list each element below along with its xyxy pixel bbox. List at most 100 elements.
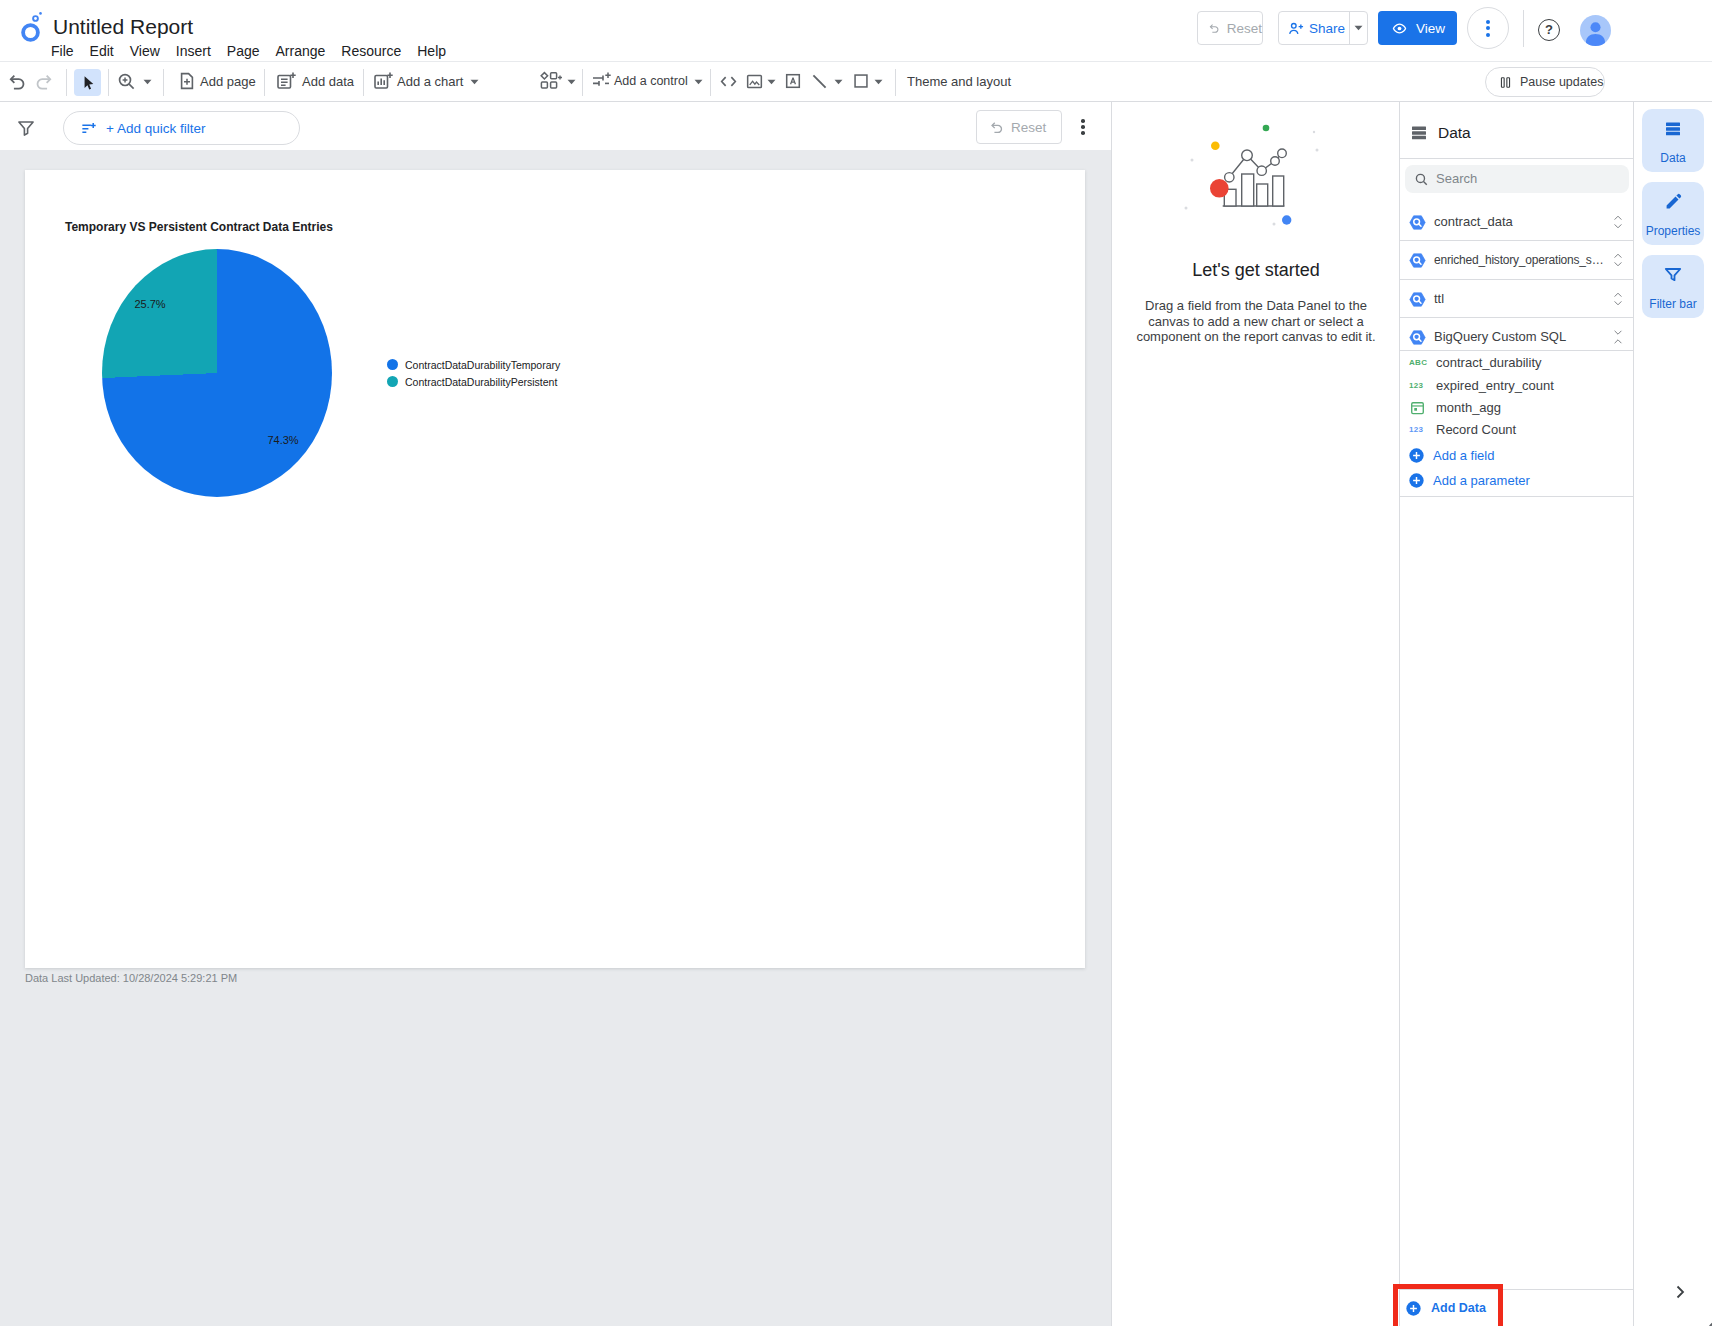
pie-slice-label-persistent: 25.7% (120, 298, 180, 310)
data-panel: Data Search contract_data enriched_histo… (1399, 102, 1633, 1326)
collapse-panel-chevron[interactable] (1672, 1284, 1688, 1300)
unfold-more-icon[interactable] (1608, 250, 1628, 270)
embed-code-button[interactable] (719, 72, 738, 91)
search-icon (1414, 172, 1429, 187)
filter-bar-more-icon[interactable] (1081, 117, 1085, 137)
right-sidebar: Data Properties Filter bar (1633, 102, 1712, 1326)
pause-updates-button[interactable]: Pause updates (1485, 67, 1605, 97)
zoom-dropdown-caret[interactable] (143, 79, 152, 85)
more-vert-icon (1486, 17, 1490, 39)
field-record-count[interactable]: 123 Record Count (1400, 418, 1634, 441)
menu-insert[interactable]: Insert (176, 43, 211, 59)
unfold-more-icon[interactable] (1608, 212, 1628, 232)
add-control-icon (590, 70, 612, 92)
report-page[interactable]: Temporary VS Persistent Contract Data En… (25, 170, 1085, 968)
getting-started-text: Drag a field from the Data Panel to the … (1122, 298, 1390, 345)
field-expired-entry-count[interactable]: 123 expired_entry_count (1400, 374, 1634, 397)
menu-arrange[interactable]: Arrange (276, 43, 326, 59)
add-a-field-button[interactable]: Add a field (1400, 443, 1634, 468)
filter-list-icon (80, 120, 97, 137)
looker-studio-logo[interactable] (20, 11, 44, 44)
menu-resource[interactable]: Resource (341, 43, 401, 59)
add-chart-button[interactable]: Add a chart (397, 62, 464, 101)
data-panel-title: Data (1438, 113, 1471, 153)
report-canvas[interactable]: Temporary VS Persistent Contract Data En… (0, 150, 1111, 1326)
bigquery-icon (1407, 212, 1428, 233)
tab-filter-bar[interactable]: Filter bar (1642, 255, 1704, 318)
data-source-enriched-history[interactable]: enriched_history_operations_sorob... (1400, 240, 1634, 280)
menu-file[interactable]: File (51, 43, 74, 59)
undo-icon (1208, 20, 1221, 36)
chevron-down-icon (1354, 25, 1363, 31)
undo-icon (989, 119, 1005, 135)
theme-layout-button[interactable]: Theme and layout (907, 62, 1011, 101)
legend-dot (387, 376, 398, 387)
chart-title: Temporary VS Persistent Contract Data En… (65, 220, 333, 234)
chart-legend: ContractDataDurabilityTemporary Contract… (387, 356, 560, 390)
legend-item: ContractDataDurabilityTemporary (387, 356, 560, 373)
community-visualizations-button[interactable] (539, 70, 563, 92)
filter-reset-button[interactable]: Reset (976, 110, 1062, 144)
shape-caret[interactable] (874, 79, 883, 85)
search-input[interactable]: Search (1405, 165, 1629, 193)
select-tool-button[interactable] (74, 69, 101, 96)
tab-data[interactable]: Data (1642, 109, 1704, 172)
plus-circle-icon (1408, 472, 1425, 489)
report-title[interactable]: Untitled Report (53, 15, 193, 39)
plus-circle-icon (1408, 447, 1425, 464)
community-viz-caret[interactable] (567, 79, 576, 85)
menu-help[interactable]: Help (417, 43, 446, 59)
pie-chart[interactable] (102, 249, 332, 497)
calendar-icon (1409, 399, 1426, 416)
pause-icon (1498, 75, 1513, 90)
menu-edit[interactable]: Edit (90, 43, 114, 59)
menu-view[interactable]: View (130, 43, 160, 59)
line-tool-button[interactable] (810, 72, 829, 91)
looker-studio-app: Untitled Report File Edit View Insert Pa… (0, 0, 1712, 1326)
pie-slice-label-temporary: 74.3% (253, 434, 313, 446)
image-button[interactable] (745, 72, 764, 91)
data-source-contract-data[interactable]: contract_data (1400, 202, 1634, 242)
quick-filter-bar: + Add quick filter Reset (0, 102, 1111, 150)
line-caret[interactable] (834, 79, 843, 85)
bigquery-icon (1407, 327, 1428, 348)
getting-started-illustration (1174, 120, 1334, 228)
field-contract-durability[interactable]: ABC contract_durability (1400, 351, 1634, 374)
add-data-icon (275, 70, 297, 92)
add-data-button[interactable]: Add data (302, 62, 354, 101)
add-control-caret[interactable] (694, 79, 703, 85)
add-quick-filter-button[interactable]: + Add quick filter (63, 111, 300, 145)
view-button[interactable]: View (1378, 11, 1457, 45)
add-page-button[interactable]: Add page (200, 62, 256, 101)
unfold-more-icon[interactable] (1608, 289, 1628, 309)
undo-button[interactable] (7, 71, 28, 92)
annotation-box (1393, 1284, 1503, 1326)
zoom-tool-button[interactable] (116, 71, 137, 92)
shape-tool-button[interactable] (852, 72, 870, 90)
image-caret[interactable] (767, 79, 776, 85)
legend-item: ContractDataDurabilityPersistent (387, 373, 560, 390)
menubar: File Edit View Insert Page Arrange Resou… (51, 43, 446, 59)
share-button[interactable]: Share (1278, 11, 1368, 45)
add-control-button[interactable]: Add a control (614, 62, 688, 101)
text-box-button[interactable] (784, 72, 802, 90)
bigquery-icon (1407, 250, 1428, 271)
share-dropdown[interactable] (1350, 25, 1367, 31)
help-icon[interactable]: ? (1538, 19, 1560, 41)
add-chart-caret[interactable] (470, 79, 479, 85)
add-page-icon (177, 71, 197, 91)
data-panel-icon (1409, 123, 1429, 143)
eye-icon (1391, 20, 1408, 37)
legend-dot (387, 359, 398, 370)
menu-page[interactable]: Page (227, 43, 260, 59)
redo-button[interactable] (33, 71, 54, 92)
avatar[interactable] (1580, 15, 1611, 46)
reset-button[interactable]: Reset (1197, 11, 1263, 45)
more-options-button[interactable] (1467, 7, 1509, 49)
unfold-less-icon[interactable] (1608, 327, 1628, 347)
person-add-icon (1287, 20, 1304, 37)
field-month-agg[interactable]: month_agg (1400, 396, 1634, 419)
tab-properties[interactable]: Properties (1642, 182, 1704, 245)
add-a-parameter-button[interactable]: Add a parameter (1400, 468, 1634, 493)
data-source-ttl[interactable]: ttl (1400, 279, 1634, 319)
